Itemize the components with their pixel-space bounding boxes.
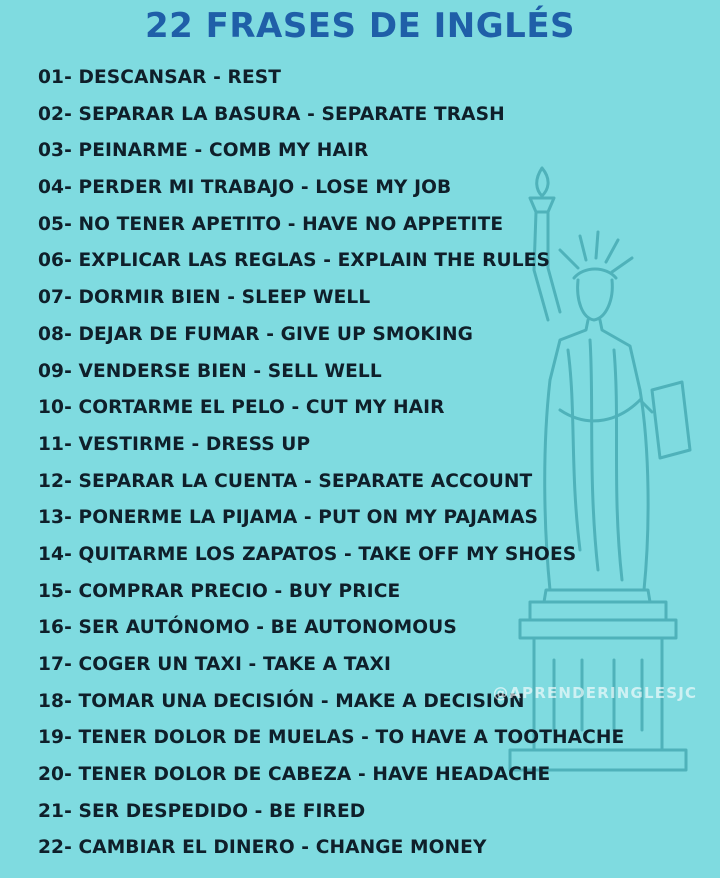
phrase-item: 03- PEINARME - COMB MY HAIR (38, 140, 369, 162)
phrase-item: 19- TENER DOLOR DE MUELAS - TO HAVE A TO… (38, 727, 625, 749)
phrase-item: 20- TENER DOLOR DE CABEZA - HAVE HEADACH… (38, 764, 551, 786)
phrase-item: 05- NO TENER APETITO - HAVE NO APPETITE (38, 213, 504, 235)
phrase-item: 11- VESTIRME - DRESS UP (38, 433, 311, 455)
phrase-item: 22- CAMBIAR EL DINERO - CHANGE MONEY (38, 837, 487, 859)
phrase-item: 09- VENDERSE BIEN - SELL WELL (38, 360, 382, 382)
phrase-list: 01- DESCANSAR - REST 02- SEPARAR LA BASU… (38, 60, 708, 867)
phrase-item: 15- COMPRAR PRECIO - BUY PRICE (38, 580, 401, 602)
phrase-item: 07- DORMIR BIEN - SLEEP WELL (38, 287, 371, 309)
phrase-item: 06- EXPLICAR LAS REGLAS - EXPLAIN THE RU… (38, 250, 550, 272)
phrase-item: 12- SEPARAR LA CUENTA - SEPARATE ACCOUNT (38, 470, 533, 492)
phrase-item: 02- SEPARAR LA BASURA - SEPARATE TRASH (38, 103, 505, 125)
phrase-item: 21- SER DESPEDIDO - BE FIRED (38, 800, 366, 822)
phrase-item: 17- COGER UN TAXI - TAKE A TAXI (38, 654, 392, 675)
watermark-handle: @APRENDERINGLESJC (493, 684, 698, 702)
phrase-item: 08- DEJAR DE FUMAR - GIVE UP SMOKING (38, 323, 473, 345)
phrase-item: 13- PONERME LA PIJAMA - PUT ON MY PAJAMA… (38, 507, 539, 529)
phrase-item: 10- CORTARME EL PELO - CUT MY HAIR (38, 397, 445, 419)
phrase-item: 01- DESCANSAR - REST (38, 67, 282, 88)
phrase-item: 14- QUITARME LOS ZAPATOS - TAKE OFF MY S… (38, 543, 577, 565)
phrase-item: 16- SER AUTÓNOMO - BE AUTONOMOUS (38, 617, 457, 639)
page-title: 22 FRASES DE INGLÉS (144, 6, 576, 46)
infographic: 22 FRASES DE INGLÉS 01- DESCANSAR - REST… (0, 0, 720, 878)
phrase-item: 04- PERDER MI TRABAJO - LOSE MY JOB (38, 177, 452, 199)
